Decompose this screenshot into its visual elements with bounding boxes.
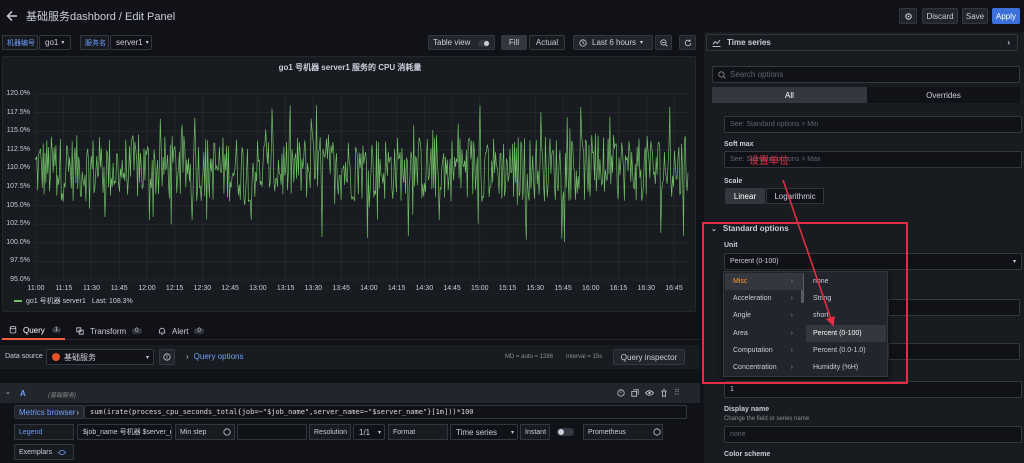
- prometheus-logo-icon: [52, 353, 60, 361]
- info-icon[interactable]: [653, 428, 661, 436]
- tab-alert-label: Alert: [172, 326, 189, 336]
- chevron-right-icon: ›: [76, 407, 79, 417]
- question-circle-icon: [163, 353, 171, 361]
- chart-plot: [34, 93, 689, 281]
- chevron-down-icon: ▾: [1012, 259, 1016, 265]
- eye-icon[interactable]: [645, 388, 654, 397]
- tab-alert-count: 0: [194, 328, 204, 334]
- tab-transform-count: 0: [132, 328, 142, 334]
- scale-linear-button[interactable]: Linear: [725, 188, 765, 204]
- query-inspector-button[interactable]: Query inspector: [613, 349, 685, 365]
- tab-query-label: Query: [23, 325, 45, 335]
- format-label: Format: [388, 424, 448, 440]
- decimals-value: 1: [730, 386, 734, 393]
- md-info: MD = auto = 1286: [505, 354, 554, 360]
- collapse-chevron-icon[interactable]: ⌄: [5, 388, 11, 396]
- tab-alert[interactable]: Alert 0: [158, 322, 210, 340]
- scale-label: Scale: [724, 178, 743, 185]
- settings-button[interactable]: [899, 8, 917, 24]
- instant-toggle[interactable]: [557, 428, 574, 436]
- legend-input[interactable]: $job_name 号机器 $server_name: [77, 424, 172, 440]
- interval-info: Interval = 15s: [566, 354, 603, 360]
- visualization-picker[interactable]: Time series ›: [706, 34, 1018, 51]
- resolution-value: 1/1: [359, 427, 371, 437]
- min-step-input[interactable]: [237, 424, 307, 440]
- query-datasource-note: (基础服务): [48, 393, 76, 399]
- tab-overrides[interactable]: Overrides: [867, 87, 1020, 103]
- info-icon[interactable]: [223, 428, 231, 436]
- display-name-input[interactable]: none: [724, 426, 1022, 443]
- drag-handle-icon[interactable]: ⠿: [674, 388, 680, 397]
- tab-all-label: All: [785, 90, 794, 100]
- chevron-right-icon: ›: [186, 352, 189, 361]
- query-options-label: Query options: [193, 352, 244, 361]
- soft-min-input[interactable]: See: Standard options > Min: [724, 116, 1022, 133]
- tab-transform-label: Transform: [90, 326, 127, 336]
- apply-button[interactable]: Apply: [992, 8, 1020, 24]
- query-ref-id[interactable]: A: [20, 389, 26, 398]
- chevron-down-icon: ▾: [377, 429, 381, 436]
- soft-min-placeholder: See: Standard options > Min: [730, 121, 819, 128]
- promql-editor[interactable]: sum(irate(process_cpu_seconds_total{job=…: [84, 405, 687, 419]
- display-name-label: Display name: [724, 406, 770, 413]
- query-a-header: [0, 383, 700, 403]
- series-line: [34, 105, 689, 243]
- prometheus-label: Prometheus: [583, 424, 663, 440]
- options-search-placeholder: Search options: [730, 70, 784, 79]
- tab-query-count: 1: [51, 327, 62, 333]
- save-button[interactable]: Save: [962, 8, 988, 24]
- chevron-right-icon: ›: [1007, 38, 1010, 47]
- soft-max-label: Soft max: [724, 141, 754, 148]
- datasource-help-button[interactable]: [159, 349, 175, 365]
- promql-expression: sum(irate(process_cpu_seconds_total{job=…: [90, 408, 474, 416]
- legend-input-value: $job_name 号机器 $server_name: [83, 429, 171, 436]
- gear-icon: [904, 12, 913, 21]
- tab-transform[interactable]: Transform 0: [76, 322, 148, 340]
- format-select[interactable]: Time series ▾: [450, 424, 518, 440]
- legend-series-name: go1 号机器 server1: [26, 298, 86, 305]
- chevron-down-icon: ▾: [510, 429, 514, 436]
- metrics-browser-label: Metrics browser: [19, 407, 76, 417]
- bell-icon: [158, 327, 166, 335]
- tab-overrides-label: Overrides: [926, 90, 961, 100]
- datasource-label: Data source: [5, 353, 43, 360]
- instant-label: Instant: [520, 424, 550, 440]
- visualization-name: Time series: [727, 38, 771, 47]
- scale-log-button[interactable]: Logarithmic: [766, 188, 824, 204]
- metrics-browser-button[interactable]: Metrics browser ›: [14, 405, 84, 419]
- exemplars-text: Exemplars: [19, 448, 53, 456]
- options-search[interactable]: Search options: [712, 66, 1020, 83]
- legend-last-value: Last: 108.3%: [91, 297, 133, 305]
- exemplars-label: Exemplars: [14, 444, 74, 460]
- display-name-placeholder: none: [730, 431, 746, 438]
- format-value: Time series: [456, 427, 498, 437]
- tab-all[interactable]: All: [712, 87, 867, 103]
- trash-icon[interactable]: [660, 388, 668, 397]
- legend-color-swatch: [14, 300, 22, 302]
- legend-field-label: Legend: [14, 424, 74, 440]
- resolution-label: Resolution: [309, 424, 351, 440]
- tab-query[interactable]: Query 1: [2, 322, 65, 340]
- highlight-box: [702, 222, 908, 384]
- datasource-select[interactable]: 基础服务 ▾: [46, 349, 154, 365]
- help-icon[interactable]: [617, 388, 625, 397]
- display-name-description: Change the field or series name: [724, 416, 810, 422]
- query-row-actions: ⠿: [617, 388, 680, 397]
- duplicate-icon[interactable]: [631, 388, 639, 397]
- legend-item[interactable]: go1 号机器 server1 Last: 108.3%: [14, 296, 133, 306]
- datasource-value: 基础服务: [64, 352, 96, 362]
- time-series-icon: [712, 39, 721, 47]
- chevron-down-icon: ▾: [145, 354, 149, 361]
- resolution-select[interactable]: 1/1 ▾: [353, 424, 385, 440]
- search-icon: [718, 70, 726, 79]
- database-icon: [9, 326, 17, 334]
- query-options-toggle[interactable]: › Query options: [186, 352, 243, 361]
- color-scheme-label: Color scheme: [724, 451, 771, 458]
- annotation-text: 设置单位: [749, 156, 789, 167]
- discard-button[interactable]: Discard: [922, 8, 958, 24]
- eye-icon[interactable]: [58, 449, 67, 456]
- transform-icon: [76, 327, 84, 335]
